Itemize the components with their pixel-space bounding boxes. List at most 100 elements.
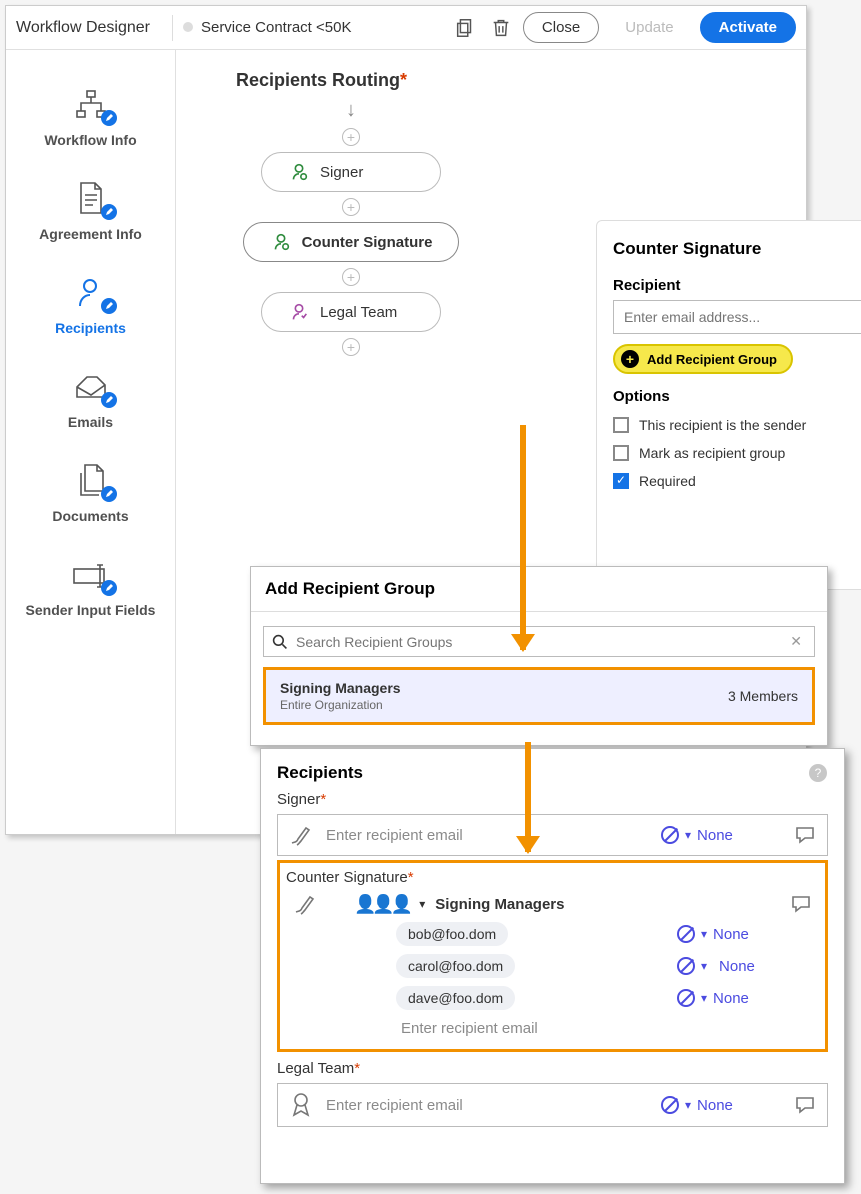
add-node-button[interactable]: + [342, 128, 360, 146]
sidebar-item-documents[interactable]: Documents [6, 446, 175, 540]
approver-icon [288, 301, 310, 323]
search-input[interactable] [296, 634, 786, 650]
none-auth-icon [677, 925, 695, 943]
chevron-down-icon[interactable]: ▾ [419, 897, 425, 911]
option-mark-group: Mark as recipient group [639, 445, 785, 461]
add-recipient-group-dialog: Add Recipient Group ✕ Signing Managers E… [250, 566, 828, 746]
counter-signature-block: Counter Signature* 👤👤👤 ▾ Signing Manager… [277, 860, 828, 1052]
checkbox-required[interactable] [613, 473, 629, 489]
auth-selector[interactable]: ▾None [677, 989, 797, 1007]
message-icon[interactable] [793, 1093, 817, 1117]
add-member-input[interactable]: Enter recipient email [286, 1014, 819, 1041]
routing-title: Recipients Routing* [236, 70, 786, 91]
search-row: ✕ [263, 626, 815, 657]
close-button[interactable]: Close [523, 12, 599, 43]
update-button[interactable]: Update [607, 13, 691, 42]
option-sender: This recipient is the sender [639, 417, 806, 433]
member-row: dave@foo.dom ▾None [286, 982, 819, 1014]
auth-selector[interactable]: ▾None [661, 826, 781, 844]
recipients-send-panel: Recipients ? Signer* Enter recipient ema… [260, 748, 845, 1184]
chevron-down-icon: ▾ [701, 959, 707, 973]
sidebar-item-sender-input-fields[interactable]: Sender Input Fields [6, 540, 175, 634]
checkbox-mark-group[interactable] [613, 445, 629, 461]
node-label: Legal Team [320, 304, 397, 321]
add-recipient-group-button[interactable]: + Add Recipient Group [613, 344, 793, 374]
sidebar-item-emails[interactable]: Emails [6, 352, 175, 446]
app-title: Workflow Designer [16, 19, 162, 37]
help-icon[interactable]: ? [808, 763, 828, 783]
add-node-button[interactable]: + [342, 268, 360, 286]
signer-icon [288, 161, 310, 183]
group-member-count: 3 Members [728, 688, 798, 704]
options-label: Options [613, 388, 861, 405]
option-required: Required [639, 473, 696, 489]
group-scope: Entire Organization [280, 698, 728, 712]
pen-icon [288, 823, 314, 847]
chevron-down-icon: ▾ [701, 927, 707, 941]
checkbox-sender[interactable] [613, 417, 629, 433]
ribbon-icon [288, 1092, 314, 1118]
legal-email-input[interactable]: Enter recipient email [326, 1097, 649, 1114]
annotation-arrow-icon [525, 742, 531, 852]
node-label: Counter Signature [302, 234, 433, 251]
add-node-button[interactable]: + [342, 198, 360, 216]
sidebar-item-label: Documents [52, 508, 128, 524]
edit-badge-icon [101, 580, 117, 596]
recipient-label: Recipient [613, 277, 861, 294]
chevron-down-icon: ▾ [701, 991, 707, 1005]
separator [172, 15, 173, 41]
sidebar-item-label: Sender Input Fields [26, 602, 156, 618]
recipient-email-input[interactable] [613, 300, 861, 334]
legal-team-row: Enter recipient email ▾None [277, 1083, 828, 1127]
chevron-down-icon: ▾ [685, 1098, 691, 1112]
svg-text:?: ? [815, 766, 822, 780]
member-row: bob@foo.dom ▾None [286, 918, 819, 950]
none-auth-icon [661, 826, 679, 844]
signer-label: Signer* [277, 791, 828, 808]
signer-row: Enter recipient email ▾None [277, 814, 828, 856]
none-auth-icon [677, 957, 695, 975]
edit-badge-icon [101, 392, 117, 408]
dialog-title: Add Recipient Group [251, 567, 827, 612]
member-row: carol@foo.dom ▾None [286, 950, 819, 982]
routing-node-signer[interactable]: Signer [261, 152, 441, 192]
member-email[interactable]: bob@foo.dom [396, 922, 508, 946]
group-icon: 👤👤👤 [354, 894, 409, 915]
arrow-down-icon: ↓ [346, 99, 356, 122]
routing-node-legal-team[interactable]: Legal Team [261, 292, 441, 332]
recipient-config-panel: Counter Signature Recipient + Add Recipi… [596, 220, 861, 590]
pen-icon [292, 892, 318, 916]
signer-icon [270, 231, 292, 253]
message-icon[interactable] [793, 823, 817, 847]
recipients-title: Recipients [277, 763, 363, 782]
group-name: Signing Managers [280, 680, 728, 696]
clear-search-icon[interactable]: ✕ [786, 633, 806, 650]
member-email[interactable]: carol@foo.dom [396, 954, 515, 978]
top-bar: Workflow Designer Service Contract <50K … [6, 6, 806, 50]
sidebar-item-label: Emails [68, 414, 113, 430]
none-auth-icon [677, 989, 695, 1007]
group-result-row[interactable]: Signing Managers Entire Organization 3 M… [263, 667, 815, 725]
node-label: Signer [320, 164, 363, 181]
signer-email-input[interactable]: Enter recipient email [326, 827, 649, 844]
plus-icon: + [621, 350, 639, 368]
member-email[interactable]: dave@foo.dom [396, 986, 515, 1010]
add-node-button[interactable]: + [342, 338, 360, 356]
annotation-arrow-icon [520, 425, 526, 650]
chevron-down-icon: ▾ [685, 828, 691, 842]
none-auth-icon [661, 1096, 679, 1114]
auth-selector[interactable]: ▾None [661, 1096, 781, 1114]
activate-button[interactable]: Activate [700, 12, 796, 43]
counter-signature-label: Counter Signature* [286, 869, 819, 886]
routing-node-counter-signature[interactable]: Counter Signature [243, 222, 460, 262]
auth-selector[interactable]: ▾None [677, 925, 797, 943]
workflow-name: Service Contract <50K [183, 19, 352, 37]
auth-selector[interactable]: ▾None [677, 957, 797, 975]
recipient-group-name: Signing Managers [435, 896, 564, 913]
copy-icon[interactable] [451, 14, 479, 42]
search-icon [272, 634, 288, 650]
legal-team-label: Legal Team* [277, 1060, 828, 1077]
message-icon[interactable] [789, 892, 813, 916]
trash-icon[interactable] [487, 14, 515, 42]
status-dot-icon [183, 22, 193, 32]
